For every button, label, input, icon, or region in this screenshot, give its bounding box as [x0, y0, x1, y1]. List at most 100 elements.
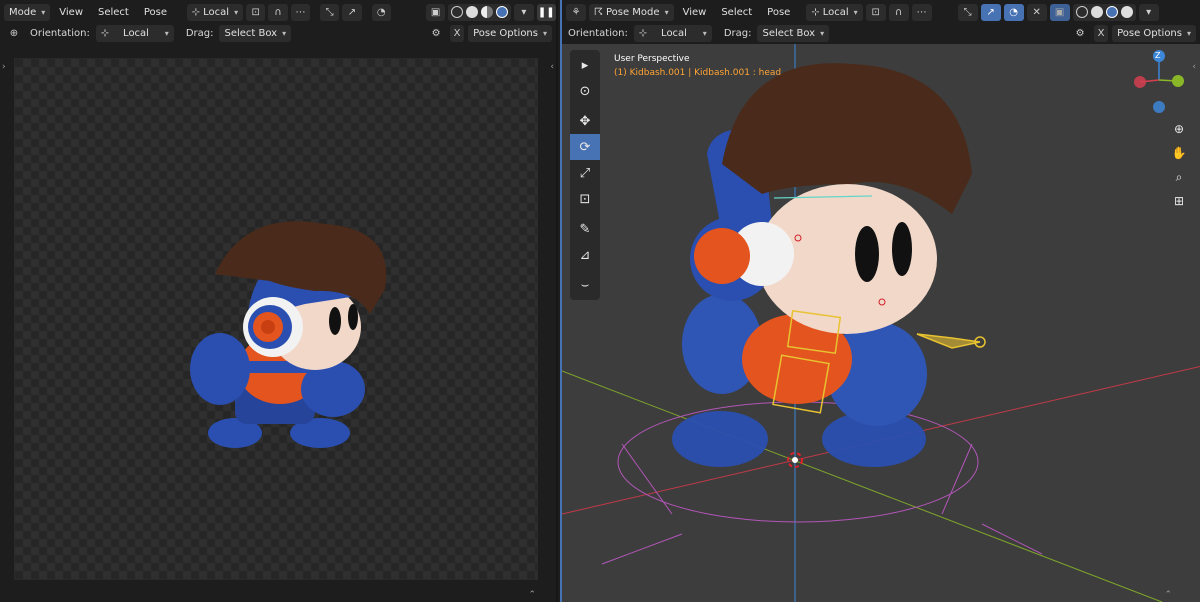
orientation-icon: ⊹	[191, 6, 201, 18]
select-box-tool[interactable]: ▸	[570, 52, 600, 78]
scale-tool[interactable]: ⤢	[570, 160, 600, 186]
orientation-dropdown[interactable]: ⊹ Local ▾	[95, 24, 174, 42]
transform-space-label: Local	[203, 6, 230, 18]
shading-buttons	[1072, 3, 1136, 21]
right-tool-header: Orientation: ⊹ Local ▾ Drag: Select Box ▾ ⚙…	[562, 22, 1200, 44]
viewport-scene	[562, 44, 1200, 602]
drag-dropdown[interactable]: Select Box ▾	[219, 24, 292, 42]
tool-shelf: ▸ ⊙ ✥ ⟳ ⤢ ⊡ ✎ ⊿ ⌣	[570, 50, 600, 300]
object-info: (1) Kidbash.001 | Kidbash.001 : head	[614, 68, 782, 78]
move-tool[interactable]: ✥	[570, 108, 600, 134]
mode-dropdown[interactable]: ☈ Pose Mode ▾	[589, 3, 674, 21]
left-editor: Mode ▾ View Select Pose ⊹ Local ▾ ⊡ ∩ ⋯ ⤡ ↗…	[0, 0, 558, 602]
bone-overlay-icon[interactable]: ✕	[1026, 3, 1047, 21]
collapse-footer-icon[interactable]: ⌃	[528, 590, 536, 600]
material-shading-icon[interactable]	[1105, 6, 1118, 18]
x-mirror-button[interactable]: X	[1094, 24, 1109, 42]
orientation-label: Orientation:	[30, 27, 90, 39]
rendered-shading-icon[interactable]	[1120, 6, 1133, 18]
x-mirror-button[interactable]: X	[450, 24, 465, 42]
proportional-edit-icon[interactable]: ⤡	[319, 3, 340, 21]
snap-icon[interactable]: ∩	[268, 3, 288, 21]
proportional-edit-icon[interactable]: ⤡	[957, 3, 978, 21]
view-menu[interactable]: View	[53, 4, 89, 21]
orientation-icon: ⊹	[811, 6, 820, 18]
left-header: Mode ▾ View Select Pose ⊹ Local ▾ ⊡ ∩ ⋯ ⤡ ↗…	[0, 2, 556, 22]
measure-tool[interactable]: ⊿	[570, 242, 600, 268]
drag-label: Drag:	[185, 27, 214, 39]
orientation-value: Local	[661, 27, 687, 39]
overlay-icon[interactable]: ◔	[1003, 3, 1024, 21]
render-preview-canvas	[14, 58, 538, 580]
cursor-tool[interactable]: ⊙	[570, 78, 600, 104]
gizmo-icon[interactable]: ↗	[342, 3, 362, 21]
wireframe-shading-icon[interactable]	[1075, 6, 1088, 18]
mirror-icon[interactable]: ⚙	[1070, 25, 1090, 42]
tool-settings-icon[interactable]: ⊕	[4, 25, 24, 42]
mode-label: Mode	[9, 6, 37, 18]
shading-options-icon[interactable]: ▾	[1138, 3, 1159, 21]
zoom-icon[interactable]: ⊕	[1168, 118, 1190, 140]
relax-pose-tool[interactable]: ⌣	[570, 272, 600, 298]
mode-dropdown[interactable]: Mode ▾	[4, 3, 51, 21]
transform-space-dropdown[interactable]: ⊹ Local ▾	[806, 3, 863, 21]
pose-mode-icon: ☈	[594, 6, 603, 18]
pose-menu[interactable]: Pose	[761, 4, 796, 21]
pause-icon[interactable]: ❚❚	[536, 3, 556, 21]
transform-tool[interactable]: ⊡	[570, 186, 600, 212]
material-shading-icon[interactable]	[481, 6, 494, 18]
pivot-icon[interactable]: ⊡	[865, 3, 886, 21]
pose-menu[interactable]: Pose	[138, 4, 173, 21]
annotate-tool[interactable]: ✎	[570, 216, 600, 242]
drag-value: Select Box	[762, 27, 816, 39]
xray-icon[interactable]: ▣	[425, 3, 446, 21]
grid-icon[interactable]: ⊞	[1168, 190, 1190, 212]
gizmo-z-label: Z	[1155, 51, 1161, 60]
select-menu[interactable]: Select	[92, 4, 135, 21]
3d-viewport[interactable]: Z	[562, 44, 1200, 602]
shading-buttons	[448, 3, 512, 21]
orientation-label: Orientation:	[568, 27, 628, 39]
orientation-value-icon: ⊹	[638, 27, 648, 39]
view-name: User Perspective	[614, 54, 690, 64]
viewport-info: User Perspective (1) Kidbash.001 | Kidba…	[614, 52, 781, 80]
orientation-dropdown[interactable]: ⊹ Local ▾	[633, 24, 712, 42]
drag-label: Drag:	[723, 27, 752, 39]
character-render-image	[190, 221, 387, 448]
rotate-tool[interactable]: ⟳	[570, 134, 600, 160]
drag-value: Select Box	[224, 27, 278, 39]
hand-icon[interactable]: ✋	[1168, 142, 1190, 164]
gizmo-icon[interactable]: ↗	[980, 3, 1001, 21]
select-menu[interactable]: Select	[715, 4, 758, 21]
snap-icon[interactable]: ∩	[888, 3, 909, 21]
pose-options-label: Pose Options	[473, 27, 538, 39]
pose-options-dropdown[interactable]: Pose Options ▾	[468, 24, 552, 42]
right-header: ⚘ ☈ Pose Mode ▾ View Select Pose ⊹ Local ▾ ⊡…	[562, 2, 1200, 22]
overlay-icon[interactable]: ◔	[371, 3, 391, 21]
pose-options-dropdown[interactable]: Pose Options ▾	[1112, 24, 1196, 42]
mode-label: Pose Mode	[605, 6, 660, 18]
xray-icon[interactable]: ▣	[1049, 3, 1070, 21]
sidebar-expand-icon[interactable]: ‹	[1192, 62, 1196, 72]
orientation-value-icon: ⊹	[100, 27, 110, 39]
shading-options-icon[interactable]: ▾	[514, 3, 534, 21]
solid-shading-icon[interactable]	[466, 6, 479, 18]
transform-space-dropdown[interactable]: ⊹ Local ▾	[186, 3, 244, 21]
left-tool-header: ⊕ Orientation: ⊹ Local ▾ Drag: Select Box ▾…	[0, 22, 556, 44]
camera-icon[interactable]: ⌕	[1168, 166, 1190, 188]
drag-dropdown[interactable]: Select Box ▾	[757, 24, 830, 42]
sidebar-expand-icon[interactable]: ‹	[550, 62, 554, 72]
pose-options-label: Pose Options	[1117, 27, 1182, 39]
mirror-icon[interactable]: ⚙	[426, 25, 446, 42]
transform-space-label: Local	[822, 6, 849, 18]
snap-target-icon[interactable]: ⋯	[290, 3, 311, 21]
editor-type-icon[interactable]: ⚘	[566, 3, 586, 21]
wireframe-shading-icon[interactable]	[451, 6, 464, 18]
snap-target-icon[interactable]: ⋯	[911, 3, 932, 21]
collapse-footer-icon[interactable]: ⌃	[1164, 590, 1172, 600]
view-menu[interactable]: View	[677, 4, 713, 21]
rendered-shading-icon[interactable]	[496, 6, 509, 18]
toolbar-expand-icon[interactable]: ›	[2, 62, 6, 72]
solid-shading-icon[interactable]	[1090, 6, 1103, 18]
pivot-icon[interactable]: ⊡	[246, 3, 266, 21]
